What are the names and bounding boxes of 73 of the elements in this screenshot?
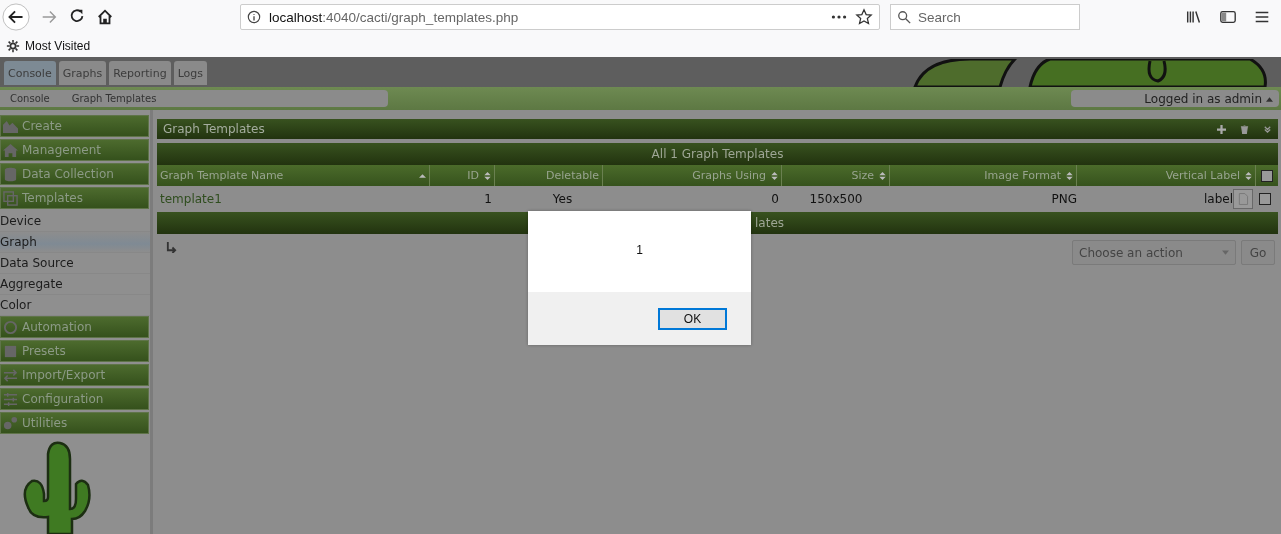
sidebar-section[interactable]: Templates [0,187,149,209]
sort-icon [1245,171,1252,180]
table-caption: All 1 Graph Templates [651,147,784,161]
sidebar-section[interactable]: Create [0,115,149,137]
table-cell-text: Yes [551,192,574,206]
nav-tab[interactable]: Reporting [109,61,171,85]
sidebar-section[interactable]: Management [0,139,149,161]
nav-tab[interactable]: Console [4,61,56,85]
sidebar-section[interactable]: Configuration [0,388,149,410]
table-cell-text: 1 [483,192,493,206]
breadcrumb-link[interactable]: Graph Templates [61,93,169,104]
home-icon [3,142,18,158]
action-dropdown[interactable]: Choose an action [1072,240,1236,265]
column-header[interactable]: Size [782,165,890,186]
sidebar-section[interactable]: Utilities [0,412,149,434]
caret-icon [1222,249,1229,256]
arrows-icon [3,367,18,383]
corner-arrow-icon [166,242,177,253]
sidebar-section[interactable]: Presets [0,340,149,362]
sidebar-item[interactable]: Data Source [0,253,150,274]
row-checkbox[interactable] [1259,193,1271,205]
sliders-icon [3,391,18,407]
breadcrumb-link[interactable]: Console [0,93,62,104]
nav-tab[interactable]: Graphs [58,61,107,85]
sort-icon [771,171,778,180]
area-chart-icon [3,118,18,134]
sort-ascending-icon [419,171,426,180]
collapse-icon[interactable] [1263,124,1272,134]
ring-icon [3,319,18,335]
add-icon[interactable] [1217,124,1226,134]
table-cell-text: 150x500 [808,192,864,206]
sidebar-item[interactable]: Graph [0,232,150,253]
more-icon[interactable] [831,14,847,20]
database-icon [3,166,18,182]
sidebar-section[interactable]: Import/Export [0,364,149,386]
template-link[interactable]: template1 [157,192,430,206]
sort-icon [1066,171,1073,180]
star-icon[interactable] [855,8,873,26]
select-all-checkbox[interactable] [1260,169,1273,182]
bookmark-item[interactable]: Most Visited [6,38,91,53]
search-icon [897,10,911,24]
trash-icon[interactable] [1240,124,1249,134]
back-icon[interactable] [2,3,30,31]
alert-message: 1 [636,242,643,257]
column-header[interactable]: Deletable [495,165,603,186]
column-header[interactable]: ID [430,165,495,186]
sidebar-icon[interactable] [1219,8,1237,26]
copy-icon [3,190,18,206]
home-icon[interactable] [96,8,114,26]
go-button[interactable]: Go [1241,240,1275,265]
table-caption: lates [755,216,785,230]
user-menu[interactable]: Logged in as admin [1071,90,1279,107]
sort-icon [879,171,886,180]
table-cell: label [1203,192,1233,206]
column-header[interactable]: Image Format [890,165,1077,186]
info-icon[interactable] [247,10,261,24]
address-bar[interactable]: localhost:4040/cacti/graph_templates.php [240,4,880,30]
ok-button[interactable]: OK [658,307,727,330]
column-header[interactable]: Graphs Using [603,165,782,186]
table-cell-text: PNG [1050,192,1077,206]
caret-icon [1266,95,1273,102]
sidebar-section[interactable]: Data Collection [0,163,149,185]
box-icon [3,343,18,359]
nav-tab[interactable]: Logs [173,61,208,85]
table-cell-text: 0 [770,192,780,206]
sidebar-section[interactable]: Automation [0,316,149,338]
panel-title: Graph Templates [163,122,265,136]
column-header[interactable]: Vertical Label [1077,165,1256,186]
sort-icon [484,171,491,180]
column-header[interactable]: Graph Template Name [157,165,430,186]
gear-icon [6,38,20,53]
sidebar-item[interactable]: Aggregate [0,274,150,295]
search-field[interactable]: Search [890,4,1080,30]
